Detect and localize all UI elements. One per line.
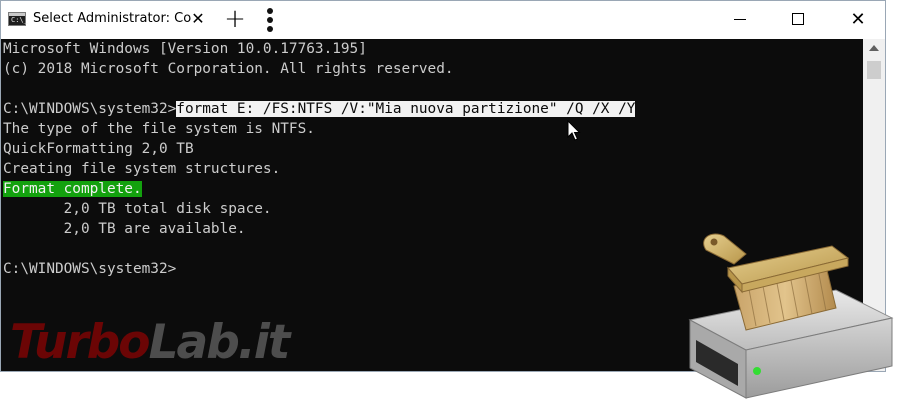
console-line: 2,0 TB total disk space. — [3, 201, 272, 217]
tab-menu-icon[interactable] — [263, 8, 277, 34]
console-line: 2,0 TB are available. — [3, 221, 246, 237]
new-tab-button[interactable]: + — [223, 6, 247, 32]
console-line: QuickFormatting 2,0 TB — [3, 141, 194, 157]
format-complete-highlight: Format complete. — [3, 181, 142, 197]
prompt: C:\WINDOWS\system32> — [3, 101, 177, 117]
console-command-line: C:\WINDOWS\system32>format E: /FS:NTFS /… — [3, 99, 636, 119]
drive-format-brush-icon — [688, 233, 894, 399]
console-prompt-line: C:\WINDOWS\system32> — [3, 261, 177, 277]
turbolab-watermark-logo: TurboLab.it — [10, 315, 290, 370]
scroll-up-icon[interactable] — [869, 45, 879, 51]
console-line: (c) 2018 Microsoft Corporation. All righ… — [3, 61, 454, 77]
mouse-cursor-icon — [567, 120, 581, 141]
close-tab-icon[interactable]: ✕ — [189, 9, 207, 29]
close-window-button[interactable]: ✕ — [831, 1, 885, 39]
minimize-button[interactable] — [715, 1, 765, 39]
console-line: Creating file system structures. — [3, 161, 281, 177]
selected-command[interactable]: format E: /FS:NTFS /V:"Mia nuova partizi… — [176, 101, 636, 117]
cmd-icon: C:\_ — [8, 12, 28, 26]
console-line: The type of the file system is NTFS. — [3, 121, 315, 137]
console-line: Microsoft Windows [Version 10.0.17763.19… — [3, 41, 367, 57]
maximize-button[interactable] — [773, 1, 823, 39]
terminal-tab[interactable]: C:\_ Select Administrator: Co ✕ — [1, 1, 211, 39]
scroll-thumb[interactable] — [867, 61, 881, 79]
tab-title: Select Administrator: Co — [33, 11, 192, 26]
title-bar: C:\_ Select Administrator: Co ✕ + ✕ — [1, 1, 885, 39]
console-line: Format complete. — [3, 179, 142, 199]
